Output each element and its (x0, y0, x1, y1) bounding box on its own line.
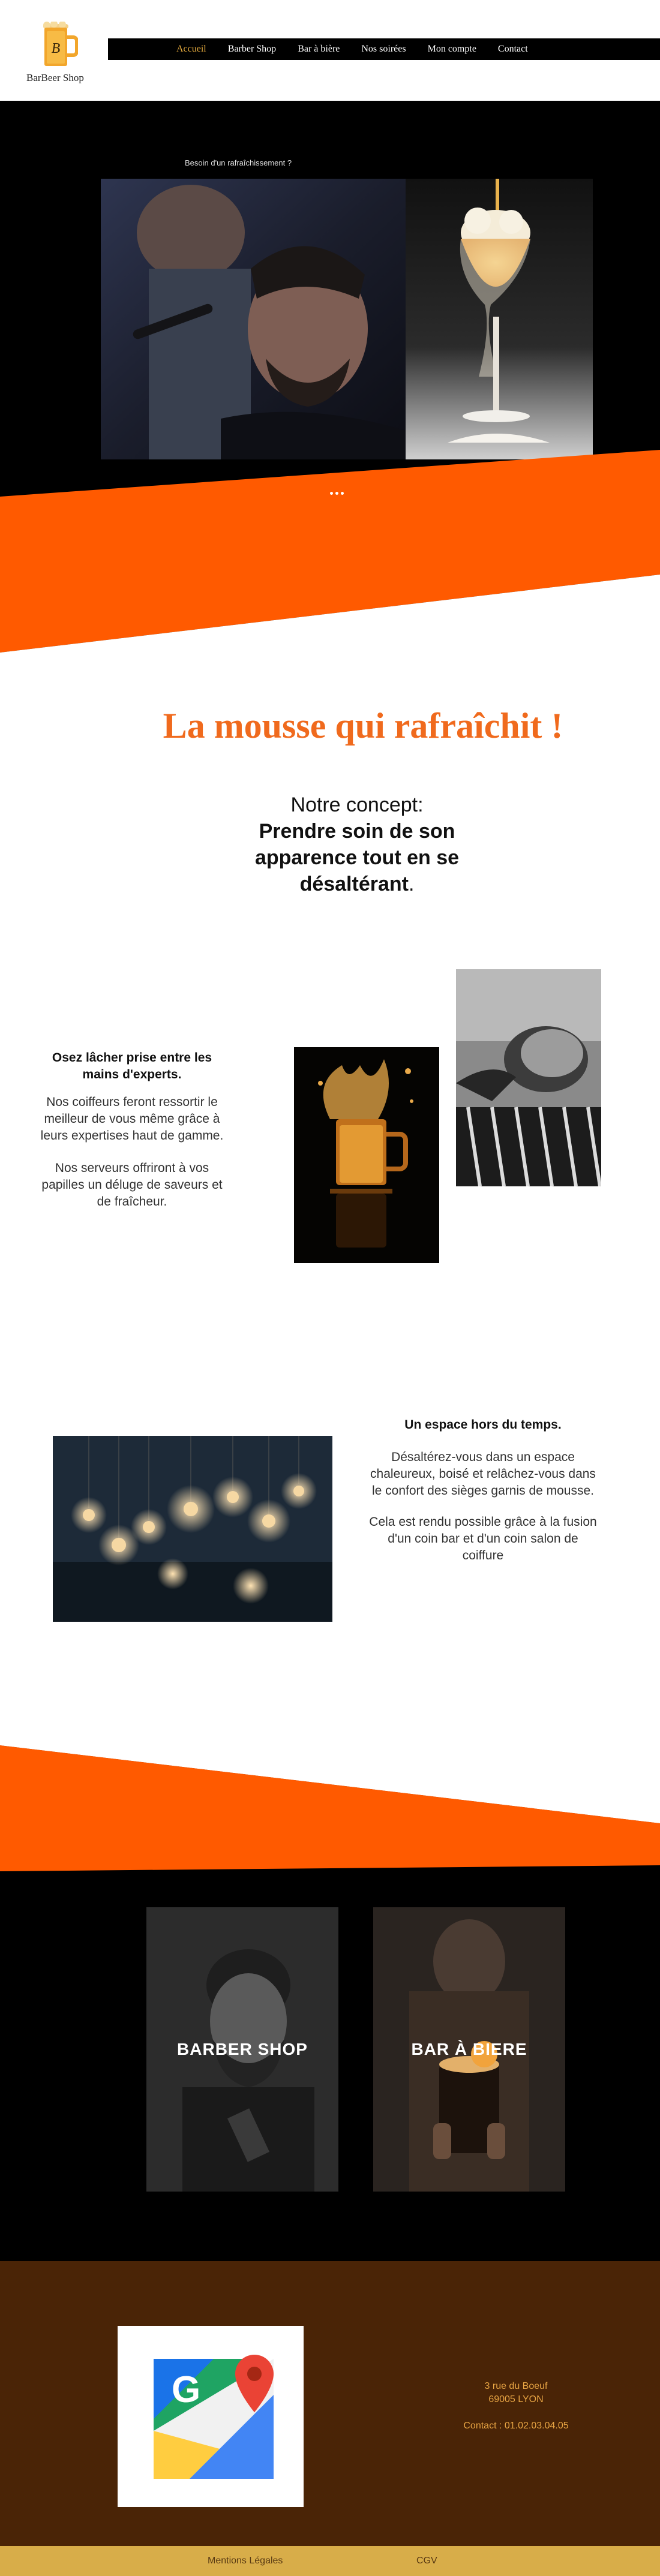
services-section: BARBER SHOP BAR À BIERE (0, 1745, 660, 2261)
nav-item-bar-a-biere[interactable]: Bar à bière (287, 44, 350, 55)
address-line-2: 69005 LYON (488, 2394, 544, 2404)
site-header: B BarBeer Shop Accueil Barber Shop Bar à… (0, 0, 660, 101)
svg-text:G: G (172, 2369, 200, 2410)
nav-item-barber-shop[interactable]: Barber Shop (217, 44, 287, 55)
concept-lead: Notre concept: (290, 793, 424, 816)
hero-orange-band (0, 450, 660, 653)
experts-paragraph-1: Nos coiffeurs feront ressortir le meille… (40, 1095, 224, 1143)
bar-a-biere-label: BAR À BIERE (411, 2040, 527, 2058)
concept-tail: . (408, 873, 415, 895)
slider-dots[interactable] (330, 492, 354, 495)
hero-section: Besoin d'un rafraîchissement ? (0, 101, 660, 653)
bar-a-biere-card[interactable]: BAR À BIERE (373, 1907, 565, 2192)
experts-text-block: Osez lâcher prise entre les mains d'expe… (36, 1050, 228, 1226)
beer-mug-logo-icon: B (43, 22, 78, 66)
slider-dot[interactable] (330, 492, 333, 495)
svg-text:B: B (52, 41, 61, 56)
legal-bar: Mentions Légales CGV (0, 2546, 660, 2576)
space-heading: Un espace hors du temps. (404, 1418, 562, 1432)
slider-dot[interactable] (335, 492, 338, 495)
concept-bold: Prendre soin de son apparence tout en se… (254, 820, 460, 895)
mentions-legales-link[interactable]: Mentions Légales (208, 2556, 283, 2566)
site-footer: G 3 rue du Boeuf 69005 LYON Contact : 01… (0, 2261, 660, 2546)
page: B BarBeer Shop Accueil Barber Shop Bar à… (0, 0, 660, 2576)
main-nav: Accueil Barber Shop Bar à bière Nos soir… (108, 38, 660, 60)
contact-phone[interactable]: Contact : 01.02.03.04.05 (420, 2419, 612, 2433)
nav-item-accueil[interactable]: Accueil (166, 44, 217, 55)
edison-bulbs-bar-photo (53, 1436, 332, 1622)
google-maps-icon: G (154, 2355, 274, 2479)
cgv-link[interactable]: CGV (416, 2556, 437, 2566)
google-maps-card[interactable]: G (118, 2326, 304, 2507)
space-paragraph-2: Cela est rendu possible grâce à la fusio… (369, 1515, 597, 1562)
experts-paragraph-2: Nos serveurs offriront à vos papilles un… (41, 1161, 223, 1209)
nav-item-contact[interactable]: Contact (487, 44, 539, 55)
nav-item-nos-soirees[interactable]: Nos soirées (350, 44, 416, 55)
logo[interactable]: B BarBeer Shop (26, 18, 92, 90)
barber-shop-label: BARBER SHOP (177, 2040, 308, 2058)
concept-statement: Notre concept: Prendre soin de son appar… (0, 792, 660, 897)
brand-name: BarBeer Shop (26, 72, 84, 83)
page-title: La mousse qui rafraîchit ! (163, 706, 563, 746)
beer-splash-photo (294, 1047, 439, 1263)
nav-item-mon-compte[interactable]: Mon compte (417, 44, 487, 55)
address-block: 3 rue du Boeuf 69005 LYON Contact : 01.0… (420, 2380, 612, 2433)
slider-dot[interactable] (341, 492, 344, 495)
address-line-1: 3 rue du Boeuf (484, 2381, 548, 2391)
barber-shop-card[interactable]: BARBER SHOP (146, 1907, 338, 2192)
experts-heading: Osez lâcher prise entre les mains d'expe… (52, 1051, 212, 1081)
space-paragraph-1: Désaltérez-vous dans un espace chaleureu… (370, 1450, 596, 1498)
barber-shave-photo (456, 969, 601, 1186)
space-text-block: Un espace hors du temps. Désaltérez-vous… (366, 1417, 600, 1579)
